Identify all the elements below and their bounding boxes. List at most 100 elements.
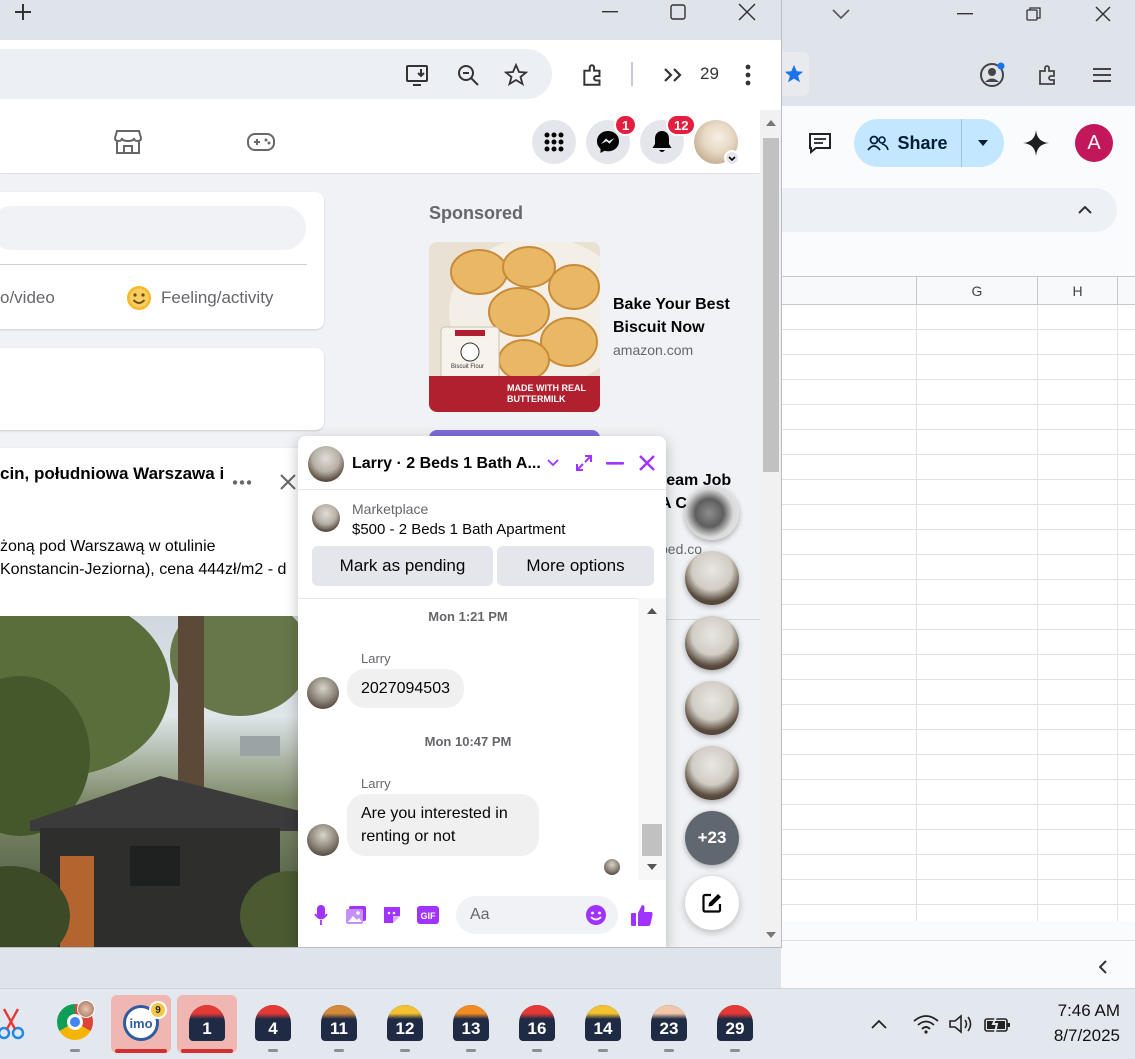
post-photo[interactable]: [0, 616, 310, 947]
emoji-icon[interactable]: [584, 903, 608, 927]
gif-icon[interactable]: GIF: [416, 903, 440, 927]
close-icon[interactable]: [735, 0, 759, 24]
page-scrollbar-thumb[interactable]: [763, 138, 779, 472]
address-bar[interactable]: [0, 49, 552, 99]
close-chat-icon[interactable]: [635, 451, 659, 475]
ad-title[interactable]: Bake Your Best Biscuit Now: [613, 293, 748, 339]
gaming-icon[interactable]: [244, 127, 278, 157]
ad-image-biscuit[interactable]: Biscuit Flour MADE WITH REAL BUTTERMILK: [429, 242, 600, 412]
minimize-chat-icon[interactable]: [603, 451, 627, 475]
microphone-icon[interactable]: [310, 903, 332, 927]
scroll-down-icon[interactable]: [646, 862, 658, 872]
dock-item[interactable]: 23: [639, 989, 699, 1059]
ad2-domain[interactable]: ped.co: [660, 541, 702, 557]
chevron-down-icon[interactable]: [829, 2, 853, 26]
menu-icon[interactable]: [1087, 60, 1117, 90]
chat-scrollbar-thumb[interactable]: [642, 824, 662, 856]
message-bubble[interactable]: Are you interested in renting or not: [347, 794, 539, 856]
dock-item[interactable]: 14: [573, 989, 633, 1059]
imo-taskbar-item[interactable]: imo 9: [111, 995, 171, 1053]
image-icon[interactable]: [344, 903, 368, 927]
chat-avatar[interactable]: [308, 446, 344, 482]
spreadsheet-grid[interactable]: G H: [781, 276, 1135, 921]
messenger-button[interactable]: 1: [586, 114, 638, 164]
composer-input[interactable]: [0, 206, 306, 250]
chat-scrollbar[interactable]: [638, 598, 666, 880]
double-chevron-right-icon[interactable]: [658, 60, 688, 90]
chrome-taskbar-item[interactable]: [45, 989, 105, 1059]
new-tab-icon[interactable]: [10, 0, 36, 24]
menu-grid-button[interactable]: [532, 120, 576, 164]
message-input[interactable]: Aa: [456, 896, 618, 934]
sticker-icon[interactable]: [380, 903, 404, 927]
mark-as-pending-button[interactable]: Mark as pending: [312, 546, 493, 586]
chevron-left-icon[interactable]: [1091, 955, 1115, 979]
ad-domain[interactable]: amazon.com: [613, 342, 693, 358]
wifi-icon[interactable]: [912, 1011, 940, 1037]
extensions-icon[interactable]: [578, 60, 608, 90]
column-header-h[interactable]: H: [1038, 277, 1118, 305]
more-options-button[interactable]: More options: [497, 546, 654, 586]
scroll-down-icon[interactable]: [760, 928, 781, 942]
bookmark-star-icon[interactable]: [502, 61, 530, 89]
chat-head-2[interactable]: [685, 551, 739, 605]
comment-icon[interactable]: [805, 128, 835, 158]
chat-head-5[interactable]: [685, 746, 739, 800]
gemini-icon[interactable]: [1021, 128, 1051, 158]
column-header-g[interactable]: G: [917, 277, 1038, 305]
chat-title[interactable]: Larry · 2 Beds 1 Bath A...: [352, 455, 541, 473]
close-icon[interactable]: [1091, 2, 1115, 26]
post-title[interactable]: cin, południowa Warszawa i: [0, 464, 224, 484]
snipping-tool-icon[interactable]: [0, 1003, 28, 1043]
column-header-f[interactable]: [781, 277, 917, 305]
share-button[interactable]: Share: [854, 119, 962, 167]
message-bubble[interactable]: 2027094503: [347, 669, 464, 708]
tab-count[interactable]: 29: [700, 64, 719, 84]
dock-item[interactable]: 29: [705, 989, 765, 1059]
photo-video-label[interactable]: o/video: [0, 288, 55, 308]
maximize-icon[interactable]: [666, 0, 690, 24]
listing-thumbnail[interactable]: [312, 504, 340, 532]
grid-cells[interactable]: [781, 305, 1135, 921]
groups-icon[interactable]: [0, 128, 10, 156]
thumbs-up-icon[interactable]: [628, 901, 656, 929]
new-message-button[interactable]: [685, 876, 739, 930]
zoom-icon[interactable]: [454, 61, 482, 89]
expand-icon[interactable]: [572, 451, 596, 475]
chevron-up-icon[interactable]: [1073, 198, 1097, 222]
feeling-activity-label[interactable]: Feeling/activity: [161, 288, 273, 308]
notifications-button[interactable]: 12: [640, 114, 697, 164]
chevron-up-icon[interactable]: [866, 1011, 892, 1037]
more-chats-button[interactable]: +23: [685, 811, 739, 865]
chevron-down-icon[interactable]: [544, 454, 562, 472]
sender-avatar[interactable]: [307, 677, 339, 709]
extensions-icon[interactable]: [1033, 60, 1063, 90]
scroll-up-icon[interactable]: [760, 116, 781, 130]
volume-icon[interactable]: [947, 1011, 975, 1037]
minimize-icon[interactable]: [598, 0, 622, 24]
dock-item[interactable]: 11: [309, 989, 369, 1059]
clock-date[interactable]: 8/7/2025: [1030, 1026, 1120, 1046]
chat-head-4[interactable]: [685, 681, 739, 735]
install-app-icon[interactable]: [404, 61, 432, 89]
marketplace-icon[interactable]: [112, 127, 144, 157]
account-avatar[interactable]: A: [1075, 124, 1113, 162]
dock-item[interactable]: 16: [507, 989, 567, 1059]
dock-item[interactable]: 1: [177, 995, 237, 1053]
minimize-icon[interactable]: [953, 2, 977, 26]
dock-item[interactable]: 12: [375, 989, 435, 1059]
dock-item[interactable]: 4: [243, 989, 303, 1059]
account-menu-button[interactable]: [694, 120, 740, 166]
sender-avatar[interactable]: [307, 824, 339, 856]
dock-item[interactable]: 13: [441, 989, 501, 1059]
listing-title[interactable]: $500 - 2 Beds 1 Bath Apartment: [352, 521, 565, 538]
share-dropdown-button[interactable]: [962, 119, 1004, 167]
bookmark-star-icon[interactable]: [779, 52, 809, 96]
chat-head-3[interactable]: [685, 616, 739, 670]
clock-time[interactable]: 7:46 AM: [1030, 1001, 1120, 1021]
restore-icon[interactable]: [1022, 2, 1046, 26]
feeling-icon[interactable]: [124, 283, 154, 313]
scroll-up-icon[interactable]: [646, 606, 658, 616]
more-options-icon[interactable]: [228, 468, 256, 496]
battery-icon[interactable]: [983, 1011, 1013, 1037]
